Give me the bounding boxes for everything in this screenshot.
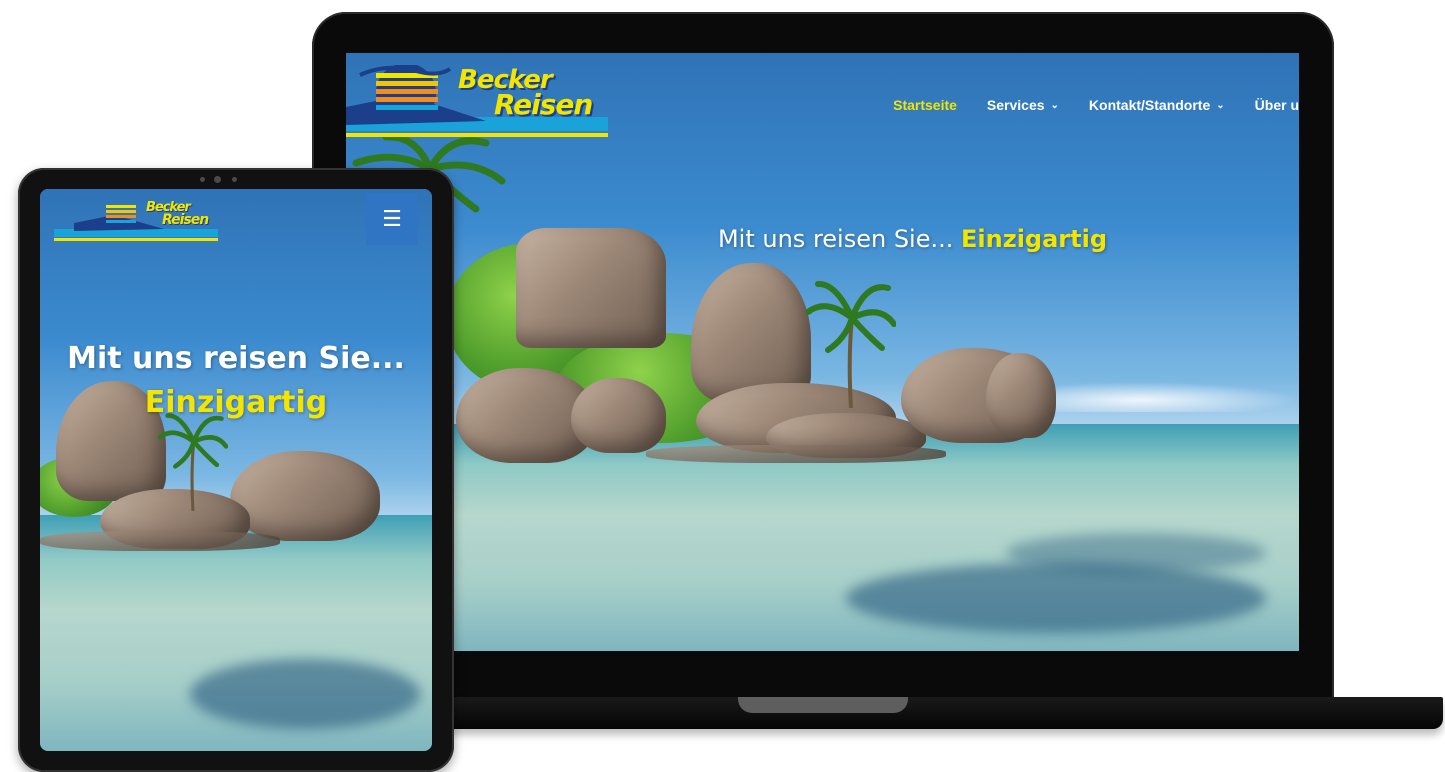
nav-item-label: Services — [986, 97, 1045, 113]
nav-item-label: Über u — [1254, 97, 1299, 113]
rock — [230, 451, 380, 541]
hero-headline: Mit uns reisen Sie... Einzigartig — [40, 337, 432, 425]
laptop-notch — [738, 697, 908, 713]
tablet-screen: Becker Reisen ☰ Mit uns reisen Sie... Ei… — [40, 189, 432, 751]
hero-headline-accent: Einzigartig — [144, 385, 328, 420]
hero-background — [40, 189, 432, 751]
tablet-camera — [214, 176, 221, 183]
hamburger-icon: ☰ — [382, 206, 402, 232]
chevron-down-icon: ⌄ — [1050, 99, 1059, 111]
nav-item-label: Startseite — [893, 97, 957, 113]
main-nav: Startseite Services ⌄ Kontakt/Standorte … — [893, 97, 1299, 113]
clouds — [1032, 381, 1299, 412]
palm-tree — [158, 413, 228, 511]
rock — [571, 378, 666, 453]
water-shadow — [846, 563, 1266, 633]
rock — [986, 353, 1056, 438]
laptop-screen: Becker Reisen Startseite Services ⌄ Kont… — [346, 53, 1299, 651]
brand-name-line2: Reisen — [494, 88, 593, 121]
brand-name-line2: Reisen — [162, 212, 209, 228]
palm-tree — [806, 281, 896, 408]
chevron-down-icon: ⌄ — [1216, 99, 1225, 111]
brand-logo[interactable]: Becker Reisen — [54, 199, 218, 243]
menu-button[interactable]: ☰ — [366, 193, 418, 245]
nav-item-ueber-uns[interactable]: Über u — [1255, 97, 1299, 113]
nav-item-startseite[interactable]: Startseite — [893, 97, 957, 113]
nav-item-kontakt[interactable]: Kontakt/Standorte ⌄ — [1089, 97, 1225, 113]
rock-reflection — [40, 531, 280, 551]
hero-headline: Mit uns reisen Sie... Einzigartig — [346, 225, 1299, 253]
water-shadow — [190, 659, 420, 729]
hero-headline-main: Mit uns reisen Sie... — [717, 225, 954, 253]
rock-reflection — [646, 445, 946, 463]
tablet-sensor — [232, 177, 237, 182]
nav-item-label: Kontakt/Standorte — [1088, 97, 1211, 113]
brand-logo[interactable]: Becker Reisen — [346, 65, 608, 149]
water-shadow — [1006, 533, 1266, 573]
nav-item-services[interactable]: Services ⌄ — [987, 97, 1059, 113]
hero-headline-accent: Einzigartig — [961, 225, 1108, 253]
tablet-sensor — [200, 177, 205, 182]
hero-headline-main: Mit uns reisen Sie... — [67, 341, 405, 376]
